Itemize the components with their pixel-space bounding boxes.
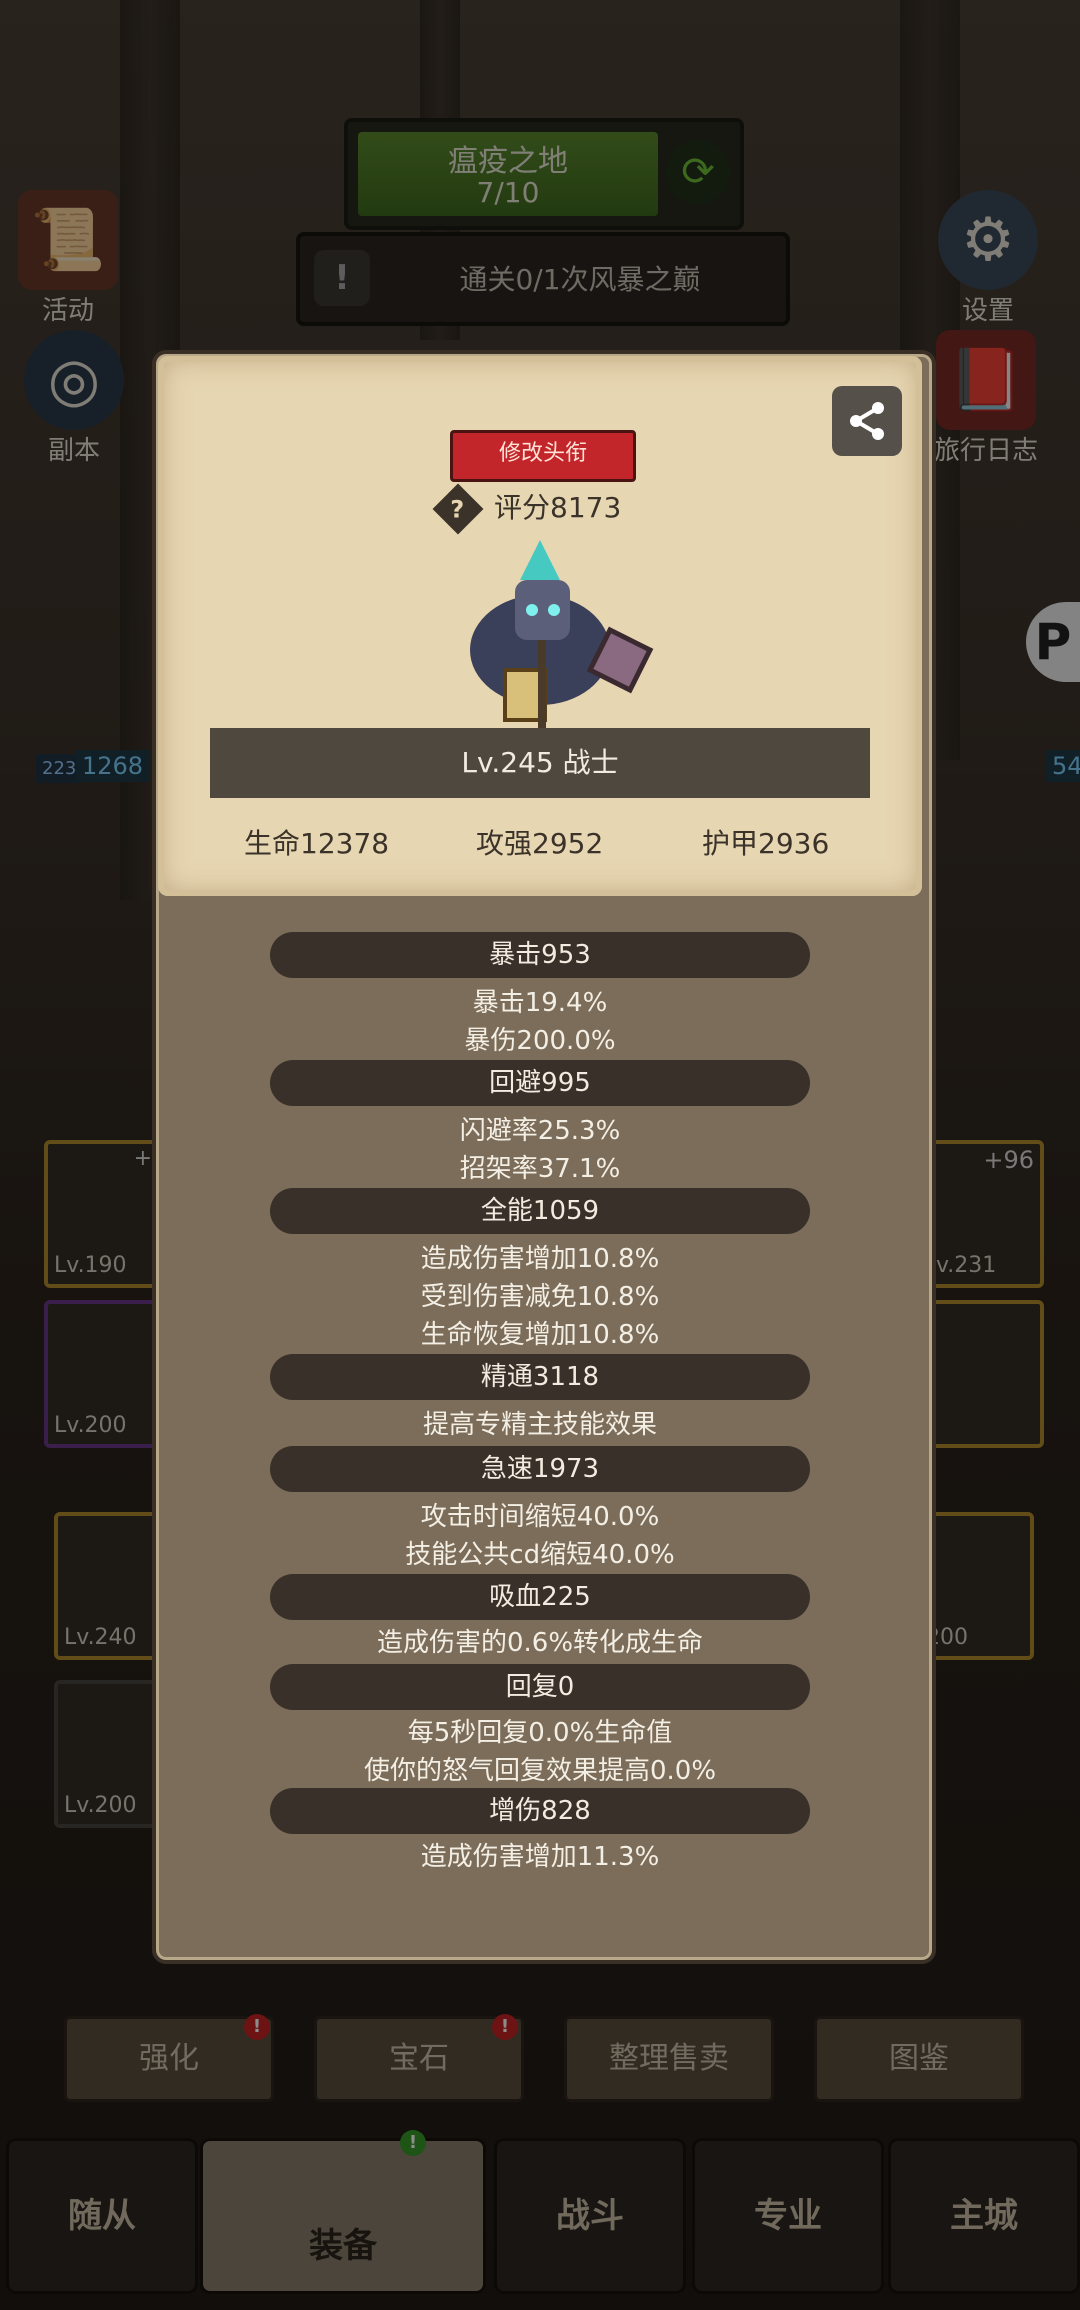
- edit-title-button[interactable]: 修改头衔: [450, 430, 636, 482]
- stat-line: 生命恢复增加10.8%: [420, 1320, 660, 1350]
- stat-line: 造成伤害的0.6%转化成生命: [376, 1628, 704, 1658]
- stat-line: 造成伤害增加10.8%: [420, 1244, 660, 1274]
- stat-line: 暴伤200.0%: [464, 1026, 616, 1056]
- stat-line: 攻击时间缩短40.0%: [420, 1502, 660, 1532]
- section-header-versatility: 全能1059: [270, 1188, 810, 1234]
- stat-line: 受到伤害减免10.8%: [420, 1282, 660, 1312]
- warrior-avatar: [470, 540, 654, 740]
- score-value: 评分8173: [494, 491, 622, 524]
- stat-line: 造成伤害增加11.3%: [420, 1842, 660, 1872]
- stat-attack: 攻强2952: [476, 827, 604, 860]
- stat-line: 使你的怒气回复效果提高0.0%: [363, 1756, 717, 1786]
- section-header-avoid: 回避995: [270, 1060, 810, 1106]
- share-icon[interactable]: [832, 386, 902, 456]
- stat-armor: 护甲2936: [702, 827, 830, 860]
- section-header-damage-bonus: 增伤828: [270, 1788, 810, 1834]
- section-header-crit: 暴击953: [270, 932, 810, 978]
- section-header-regen: 回复0: [270, 1664, 810, 1710]
- stat-line: 招架率37.1%: [459, 1154, 621, 1184]
- stat-line: 提高专精主技能效果: [422, 1410, 657, 1440]
- stat-line: 技能公共cd缩短40.0%: [405, 1540, 675, 1570]
- section-header-haste: 急速1973: [270, 1446, 810, 1492]
- stat-line: 暴击19.4%: [472, 988, 608, 1018]
- question-icon[interactable]: ?: [432, 483, 484, 535]
- score-row: ? 评分8173: [432, 483, 622, 535]
- section-header-mastery: 精通3118: [270, 1354, 810, 1400]
- section-header-lifesteal: 吸血225: [270, 1574, 810, 1620]
- stat-hp: 生命12378: [244, 827, 390, 860]
- level-class-bar: Lv.245 战士: [210, 728, 870, 798]
- stat-line: 每5秒回复0.0%生命值: [407, 1718, 673, 1748]
- stat-line: 闪避率25.3%: [459, 1116, 621, 1146]
